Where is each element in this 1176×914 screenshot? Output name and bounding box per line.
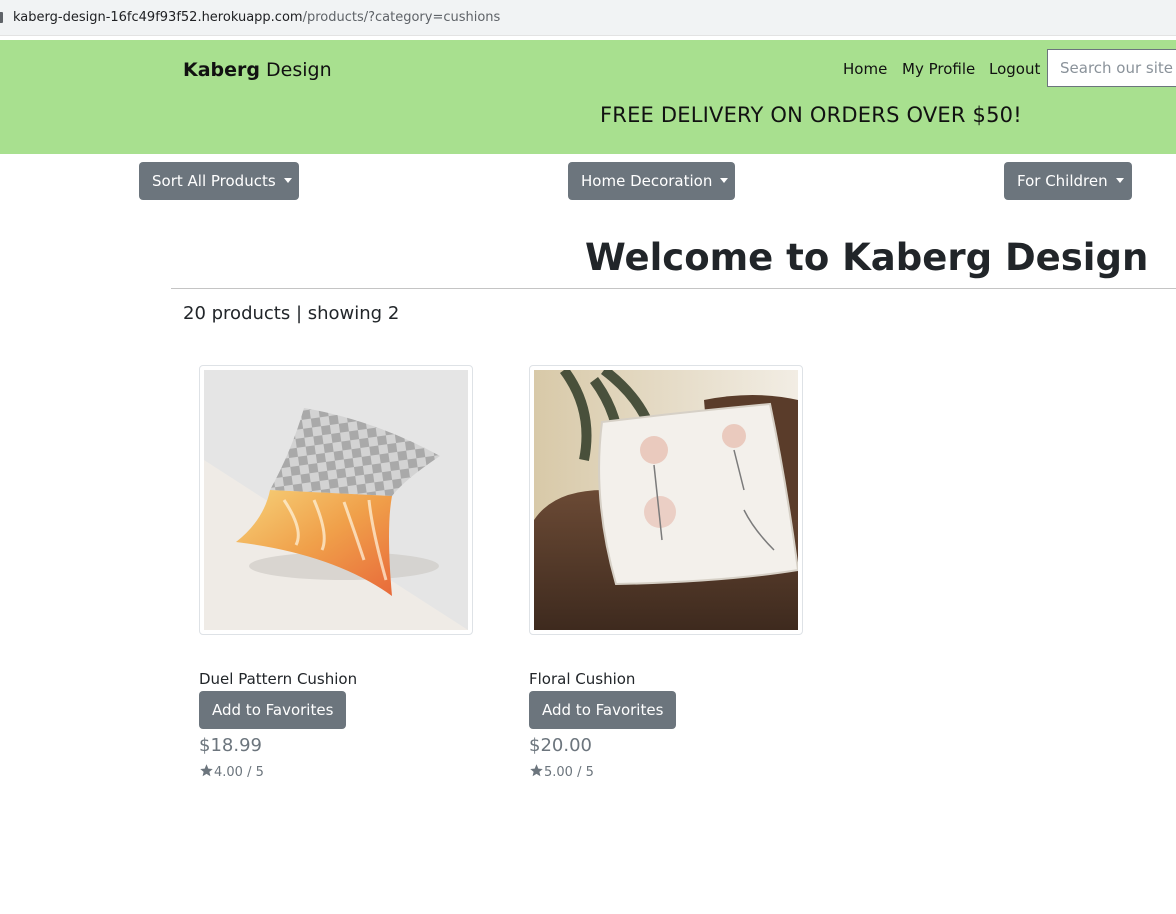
product-rating: 5.00 / 5 [529, 763, 594, 782]
url-path: /products/?category=cushions [302, 10, 501, 25]
product-count: 20 products | showing 2 [183, 303, 400, 324]
rating-text: 5.00 / 5 [544, 765, 594, 780]
floral-cushion-image[interactable] [534, 370, 798, 630]
product-card-image[interactable] [199, 365, 473, 635]
add-to-favorites-button[interactable]: Add to Favorites [199, 691, 347, 729]
product-card-image[interactable] [529, 365, 803, 635]
free-delivery-banner: FREE DELIVERY ON ORDERS OVER $50! [600, 103, 1022, 127]
add-to-favorites-button[interactable]: Add to Favorites [529, 691, 677, 729]
url-host: kaberg-design-16fc49f93f52.herokuapp.com [13, 10, 303, 25]
divider [171, 288, 1176, 289]
duel-pattern-cushion-image[interactable] [204, 370, 468, 630]
home-decoration-label: Home Decoration [581, 172, 713, 190]
nav-my-profile-link[interactable]: My Profile [902, 59, 975, 79]
star-icon [200, 764, 213, 777]
for-children-dropdown[interactable]: For Children [1004, 162, 1132, 200]
nav-home-link[interactable]: Home [843, 59, 887, 79]
rating-text: 4.00 / 5 [214, 765, 264, 780]
sort-all-products-label: Sort All Products [152, 172, 276, 190]
top-navbar: Kaberg Design Home My Profile Logout Sea… [0, 40, 1176, 154]
lock-icon [0, 12, 3, 23]
brand-logo[interactable]: Kaberg Design [183, 58, 332, 82]
caret-down-icon [283, 178, 292, 183]
product-price: $18.99 [199, 735, 262, 756]
home-decoration-dropdown[interactable]: Home Decoration [568, 162, 735, 200]
product-price: $20.00 [529, 735, 592, 756]
nav-logout-link[interactable]: Logout [989, 59, 1040, 79]
page-title: Welcome to Kaberg Design [585, 236, 1149, 279]
brand-rest: Design [260, 59, 332, 81]
star-icon [530, 764, 543, 777]
product-name[interactable]: Floral Cushion [529, 669, 635, 689]
caret-down-icon [1115, 178, 1124, 183]
sort-all-products-dropdown[interactable]: Sort All Products [139, 162, 299, 200]
brand-bold: Kaberg [183, 59, 261, 81]
search-input[interactable]: Search our site [1047, 49, 1176, 87]
browser-address-bar[interactable]: kaberg-design-16fc49f93f52.herokuapp.com… [0, 0, 1176, 36]
caret-down-icon [720, 178, 729, 183]
url-text[interactable]: kaberg-design-16fc49f93f52.herokuapp.com… [13, 10, 500, 26]
product-rating: 4.00 / 5 [199, 763, 264, 782]
for-children-label: For Children [1017, 172, 1108, 190]
product-name[interactable]: Duel Pattern Cushion [199, 669, 357, 689]
